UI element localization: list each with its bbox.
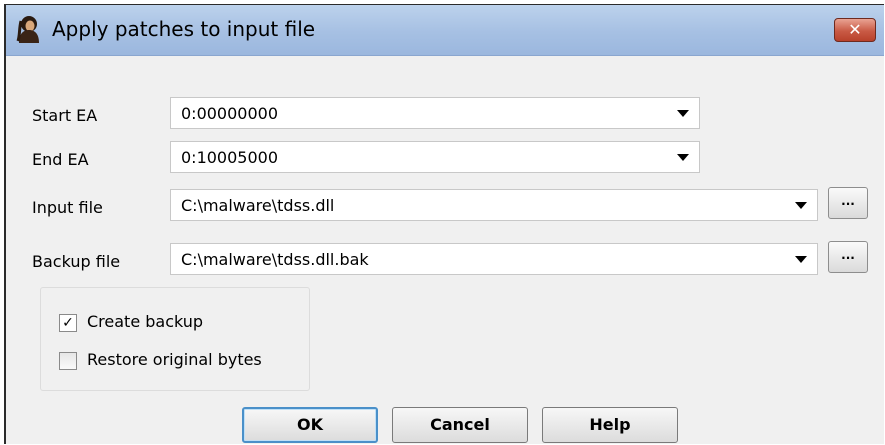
restore-original-bytes-checkbox[interactable] xyxy=(59,352,77,370)
close-button[interactable]: ✕ xyxy=(834,18,876,42)
input-file-label: Input file xyxy=(32,198,103,217)
checkmark-icon: ✓ xyxy=(62,315,74,331)
backup-file-label: Backup file xyxy=(32,252,121,271)
create-backup-label[interactable]: Create backup xyxy=(87,312,203,331)
backup-file-combobox[interactable]: C:\malware\tdss.dll.bak xyxy=(170,243,818,275)
chevron-down-icon[interactable] xyxy=(795,256,807,263)
backup-file-value: C:\malware\tdss.dll.bak xyxy=(181,250,369,269)
input-file-value: C:\malware\tdss.dll xyxy=(181,196,335,215)
input-file-browse-button[interactable]: ... xyxy=(828,187,868,219)
end-ea-label: End EA xyxy=(32,150,89,169)
backup-file-browse-button[interactable]: ... xyxy=(828,241,868,273)
dialog-title: Apply patches to input file xyxy=(52,17,316,41)
chevron-down-icon[interactable] xyxy=(795,202,807,209)
title-bar: Apply patches to input file ✕ xyxy=(6,5,884,56)
start-ea-label: Start EA xyxy=(32,106,98,125)
restore-original-bytes-label[interactable]: Restore original bytes xyxy=(87,350,262,369)
cancel-button[interactable]: Cancel xyxy=(392,407,528,443)
apply-patches-dialog: Apply patches to input file ✕ Start EA 0… xyxy=(4,4,884,444)
chevron-down-icon[interactable] xyxy=(677,154,689,161)
help-button[interactable]: Help xyxy=(542,407,678,443)
end-ea-value: 0:10005000 xyxy=(181,148,279,167)
chevron-down-icon[interactable] xyxy=(677,110,689,117)
ok-button[interactable]: OK xyxy=(242,407,378,443)
create-backup-checkbox[interactable]: ✓ xyxy=(59,314,77,332)
start-ea-value: 0:00000000 xyxy=(181,104,279,123)
end-ea-combobox[interactable]: 0:10005000 xyxy=(170,141,700,173)
ida-app-icon xyxy=(16,15,42,43)
options-group: ✓ Create backup Restore original bytes xyxy=(40,287,310,391)
start-ea-combobox[interactable]: 0:00000000 xyxy=(170,97,700,129)
input-file-combobox[interactable]: C:\malware\tdss.dll xyxy=(170,189,818,221)
